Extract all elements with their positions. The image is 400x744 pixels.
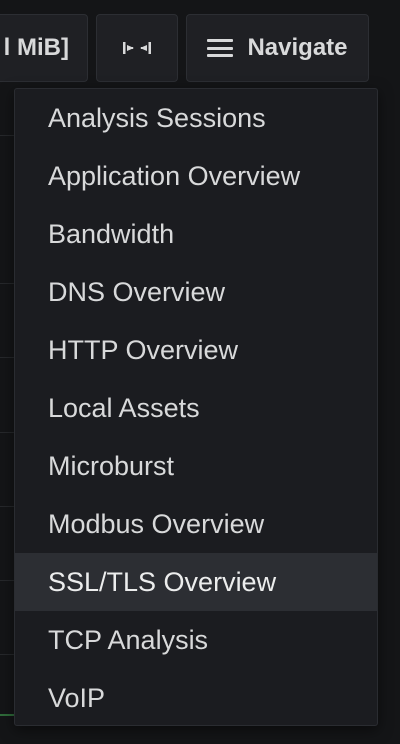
zoom-out-icon	[123, 42, 151, 54]
background-gridline	[0, 580, 14, 581]
background-gridline	[0, 357, 14, 358]
background-gridline	[0, 283, 14, 284]
menu-item-voip[interactable]: VoIP	[15, 669, 377, 727]
menu-item-label: Modbus Overview	[48, 508, 265, 539]
menu-item-label: VoIP	[48, 682, 106, 713]
background-gridline	[0, 135, 14, 136]
toolbar: l MiB] Navigate	[0, 14, 400, 82]
menu-item-label: SSL/TLS Overview	[48, 566, 277, 597]
menu-item-label: Local Assets	[48, 392, 200, 423]
menu-item-label: Analysis Sessions	[48, 102, 266, 133]
menu-item-local-assets[interactable]: Local Assets	[15, 379, 377, 437]
dashboard-stage: l MiB] Navigate Analysis Sessions Applic…	[0, 0, 400, 744]
menu-item-dns-overview[interactable]: DNS Overview	[15, 263, 377, 321]
time-range-button[interactable]: l MiB]	[0, 14, 88, 82]
menu-item-label: TCP Analysis	[48, 624, 209, 655]
menu-item-modbus-overview[interactable]: Modbus Overview	[15, 495, 377, 553]
background-gridline	[0, 506, 14, 507]
menu-item-label: Application Overview	[48, 160, 301, 191]
menu-item-label: HTTP Overview	[48, 334, 239, 365]
menu-item-ssl-tls-overview[interactable]: SSL/TLS Overview	[15, 553, 377, 611]
navigate-button[interactable]: Navigate	[186, 14, 369, 82]
navigate-label: Navigate	[247, 34, 348, 61]
background-trace	[0, 714, 14, 716]
menu-item-application-overview[interactable]: Application Overview	[15, 147, 377, 205]
background-gridline	[0, 432, 14, 433]
zoom-out-button[interactable]	[96, 14, 178, 82]
time-range-label: l MiB]	[3, 34, 69, 61]
menu-item-http-overview[interactable]: HTTP Overview	[15, 321, 377, 379]
background-gridline	[0, 654, 14, 655]
menu-item-label: Bandwidth	[48, 218, 175, 249]
menu-item-label: DNS Overview	[48, 276, 226, 307]
menu-item-tcp-analysis[interactable]: TCP Analysis	[15, 611, 377, 669]
menu-item-microburst[interactable]: Microburst	[15, 437, 377, 495]
menu-item-label: Microburst	[48, 450, 175, 481]
menu-item-analysis-sessions[interactable]: Analysis Sessions	[15, 89, 377, 147]
menu-item-bandwidth[interactable]: Bandwidth	[15, 205, 377, 263]
hamburger-icon	[207, 38, 234, 58]
navigate-dropdown-menu: Analysis Sessions Application Overview B…	[14, 88, 378, 726]
